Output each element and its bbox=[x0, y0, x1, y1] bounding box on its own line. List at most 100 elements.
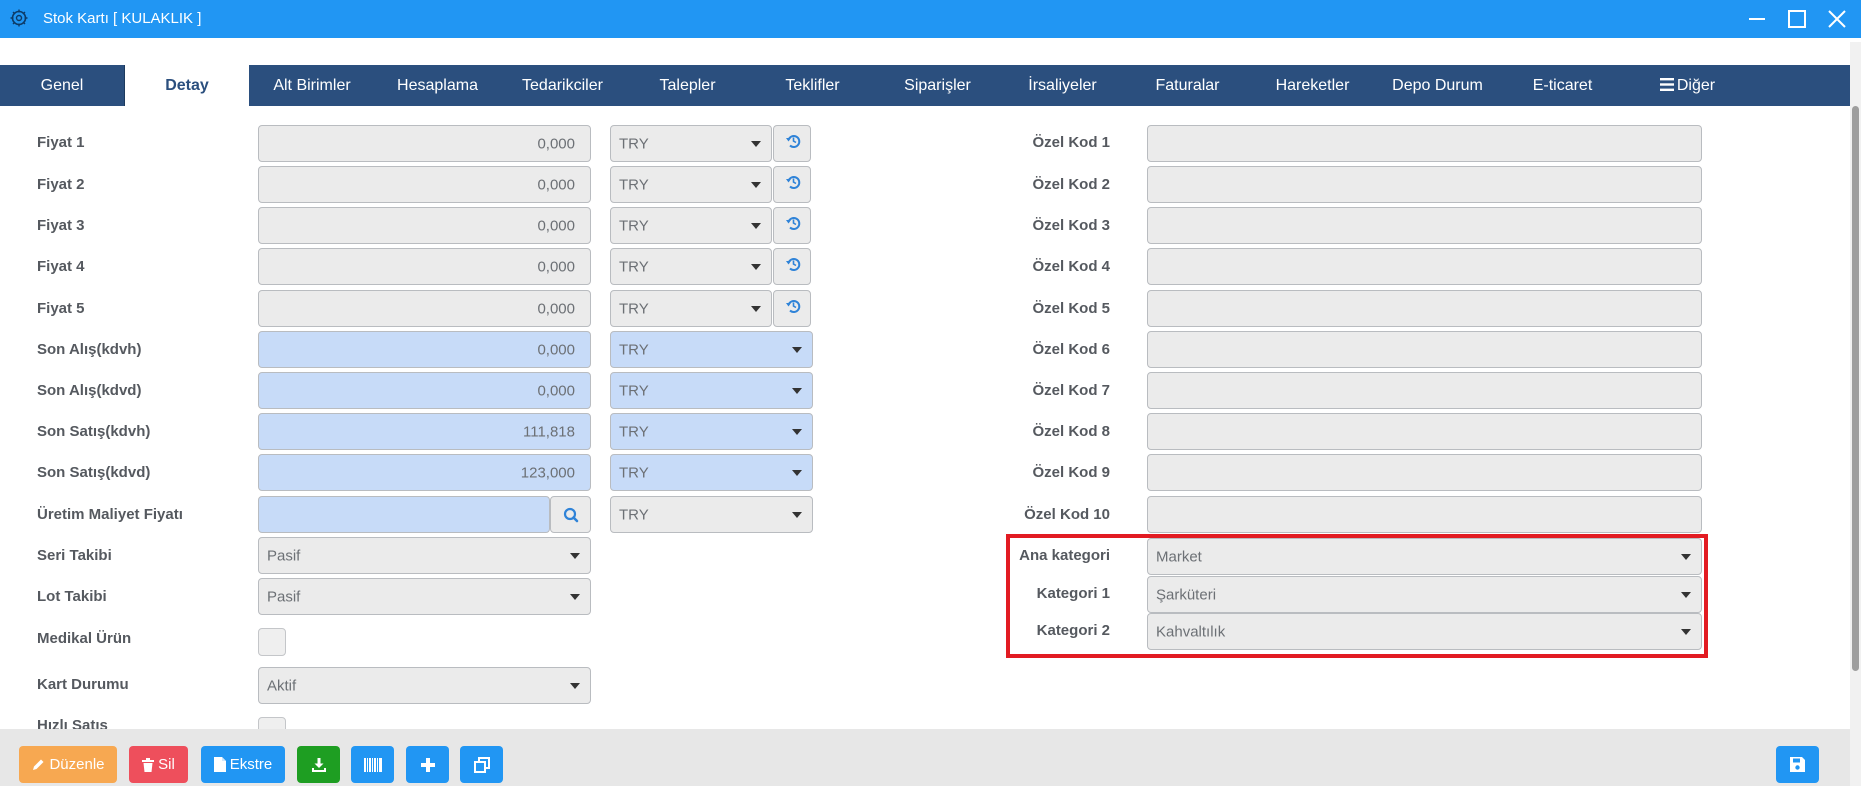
copy-icon bbox=[473, 756, 490, 773]
fiyat-2-history-button[interactable] bbox=[773, 166, 811, 203]
tab-tedarikciler[interactable]: Tedarikciler bbox=[500, 65, 625, 106]
medikal-urun-checkbox[interactable] bbox=[258, 628, 286, 656]
label-kart-durumu: Kart Durumu bbox=[37, 676, 129, 693]
label-son-satis-kdvh: Son Satış(kdvh) bbox=[37, 423, 151, 440]
son-alis-kdvh-input[interactable]: 0,000 bbox=[258, 331, 591, 368]
save-button[interactable] bbox=[1776, 746, 1819, 783]
chevron-down-icon bbox=[792, 346, 802, 353]
label-kategori-1: Kategori 1 bbox=[1036, 585, 1110, 602]
uretim-maliyet-currency-select[interactable]: TRY bbox=[610, 496, 813, 533]
fiyat-1-value: 0,000 bbox=[537, 135, 575, 152]
label-ozel-kod-5: Özel Kod 5 bbox=[1032, 300, 1110, 317]
fiyat-3-currency-select[interactable]: TRY bbox=[610, 207, 772, 244]
fiyat-2-currency-select[interactable]: TRY bbox=[610, 166, 772, 203]
kategori-1-value: Şarküteri bbox=[1156, 586, 1217, 603]
ozel-kod-1-input[interactable] bbox=[1147, 125, 1702, 162]
ana-kategori-select[interactable]: Market bbox=[1147, 538, 1702, 575]
ozel-kod-10-input[interactable] bbox=[1147, 496, 1702, 533]
close-icon[interactable] bbox=[1824, 6, 1850, 32]
son-alis-kdvh-currency-select[interactable]: TRY bbox=[610, 331, 813, 368]
tab-irsaliyeler[interactable]: İrsaliyeler bbox=[1000, 65, 1125, 106]
fiyat-5-history-button[interactable] bbox=[773, 290, 811, 327]
ozel-kod-6-input[interactable] bbox=[1147, 331, 1702, 368]
fiyat-2-input[interactable]: 0,000 bbox=[258, 166, 591, 203]
ozel-kod-8-input[interactable] bbox=[1147, 413, 1702, 450]
fiyat-1-currency: TRY bbox=[619, 135, 649, 152]
ozel-kod-5-input[interactable] bbox=[1147, 290, 1702, 327]
tab-depo-durum[interactable]: Depo Durum bbox=[1375, 65, 1500, 106]
uretim-maliyet-currency: TRY bbox=[619, 506, 649, 523]
fiyat-4-input[interactable]: 0,000 bbox=[258, 248, 591, 285]
fiyat-3-input[interactable]: 0,000 bbox=[258, 207, 591, 244]
son-alis-kdvh-value: 0,000 bbox=[537, 341, 575, 358]
chevron-down-icon bbox=[751, 222, 761, 229]
fiyat-3-history-button[interactable] bbox=[773, 207, 811, 244]
fiyat-1-input[interactable]: 0,000 bbox=[258, 125, 591, 162]
label-ozel-kod-6: Özel Kod 6 bbox=[1032, 341, 1110, 358]
seri-takibi-select[interactable]: Pasif bbox=[258, 537, 591, 574]
barcode-button[interactable] bbox=[351, 746, 394, 783]
download-button[interactable] bbox=[297, 746, 340, 783]
fiyat-1-currency-select[interactable]: TRY bbox=[610, 125, 772, 162]
son-satis-kdvd-currency-select[interactable]: TRY bbox=[610, 454, 813, 491]
vertical-scrollbar[interactable] bbox=[1850, 42, 1861, 786]
ozel-kod-9-input[interactable] bbox=[1147, 454, 1702, 491]
tab-faturalar[interactable]: Faturalar bbox=[1125, 65, 1250, 106]
minimize-icon[interactable] bbox=[1744, 6, 1770, 32]
label-ozel-kod-8: Özel Kod 8 bbox=[1032, 423, 1110, 440]
label-seri-takibi: Seri Takibi bbox=[37, 547, 112, 564]
tab-genel[interactable]: Genel bbox=[0, 65, 125, 106]
label-medikal-urun: Medikal Ürün bbox=[37, 630, 132, 647]
label-lot-takibi: Lot Takibi bbox=[37, 588, 107, 605]
delete-button-label: Sil bbox=[158, 756, 175, 773]
statement-button[interactable]: Ekstre bbox=[201, 746, 285, 783]
tab-siparisler[interactable]: Siparişler bbox=[875, 65, 1000, 106]
uretim-maliyet-search-button[interactable] bbox=[550, 496, 591, 533]
fiyat-5-currency: TRY bbox=[619, 300, 649, 317]
edit-button[interactable]: Düzenle bbox=[19, 746, 117, 783]
kart-durumu-select[interactable]: Aktif bbox=[258, 667, 591, 704]
son-alis-kdvd-input[interactable]: 0,000 bbox=[258, 372, 591, 409]
kategori-2-select[interactable]: Kahvaltılık bbox=[1147, 613, 1702, 650]
ozel-kod-3-input[interactable] bbox=[1147, 207, 1702, 244]
son-satis-kdvh-currency-select[interactable]: TRY bbox=[610, 413, 813, 450]
ozel-kod-4-input[interactable] bbox=[1147, 248, 1702, 285]
tab-teklifler[interactable]: Teklifler bbox=[750, 65, 875, 106]
ozel-kod-7-input[interactable] bbox=[1147, 372, 1702, 409]
maximize-icon[interactable] bbox=[1784, 6, 1810, 32]
add-button[interactable] bbox=[406, 746, 449, 783]
tab-diger[interactable]: Diğer bbox=[1625, 65, 1750, 106]
label-fiyat-5: Fiyat 5 bbox=[37, 300, 85, 317]
fiyat-4-history-button[interactable] bbox=[773, 248, 811, 285]
fiyat-3-value: 0,000 bbox=[537, 217, 575, 234]
label-fiyat-4: Fiyat 4 bbox=[37, 258, 85, 275]
tab-detay[interactable]: Detay bbox=[125, 65, 249, 106]
fiyat-1-history-button[interactable] bbox=[773, 125, 811, 162]
uretim-maliyet-input[interactable] bbox=[258, 496, 550, 533]
fiyat-4-currency-select[interactable]: TRY bbox=[610, 248, 772, 285]
son-satis-kdvh-input[interactable]: 111,818 bbox=[258, 413, 591, 450]
son-alis-kdvd-currency-select[interactable]: TRY bbox=[610, 372, 813, 409]
delete-button[interactable]: Sil bbox=[129, 746, 188, 783]
window-title: Stok Kartı [ KULAKLIK ] bbox=[43, 10, 202, 27]
app-gear-icon bbox=[10, 9, 28, 27]
fiyat-5-input[interactable]: 0,000 bbox=[258, 290, 591, 327]
tab-talepler[interactable]: Talepler bbox=[625, 65, 750, 106]
chevron-down-icon bbox=[751, 181, 761, 188]
tab-e-ticaret[interactable]: E-ticaret bbox=[1500, 65, 1625, 106]
label-fiyat-2: Fiyat 2 bbox=[37, 176, 85, 193]
son-satis-kdvd-input[interactable]: 123,000 bbox=[258, 454, 591, 491]
copy-button[interactable] bbox=[460, 746, 503, 783]
label-kategori-2: Kategori 2 bbox=[1036, 622, 1110, 639]
search-icon bbox=[563, 507, 579, 523]
lot-takibi-select[interactable]: Pasif bbox=[258, 578, 591, 615]
chevron-down-icon bbox=[792, 428, 802, 435]
tab-alt-birimler[interactable]: Alt Birimler bbox=[249, 65, 375, 106]
tab-hesaplama[interactable]: Hesaplama bbox=[375, 65, 500, 106]
tab-hareketler[interactable]: Hareketler bbox=[1250, 65, 1375, 106]
fiyat-5-currency-select[interactable]: TRY bbox=[610, 290, 772, 327]
ozel-kod-2-input[interactable] bbox=[1147, 166, 1702, 203]
scrollbar-thumb[interactable] bbox=[1852, 106, 1859, 671]
fiyat-5-value: 0,000 bbox=[537, 300, 575, 317]
kategori-1-select[interactable]: Şarküteri bbox=[1147, 576, 1702, 613]
